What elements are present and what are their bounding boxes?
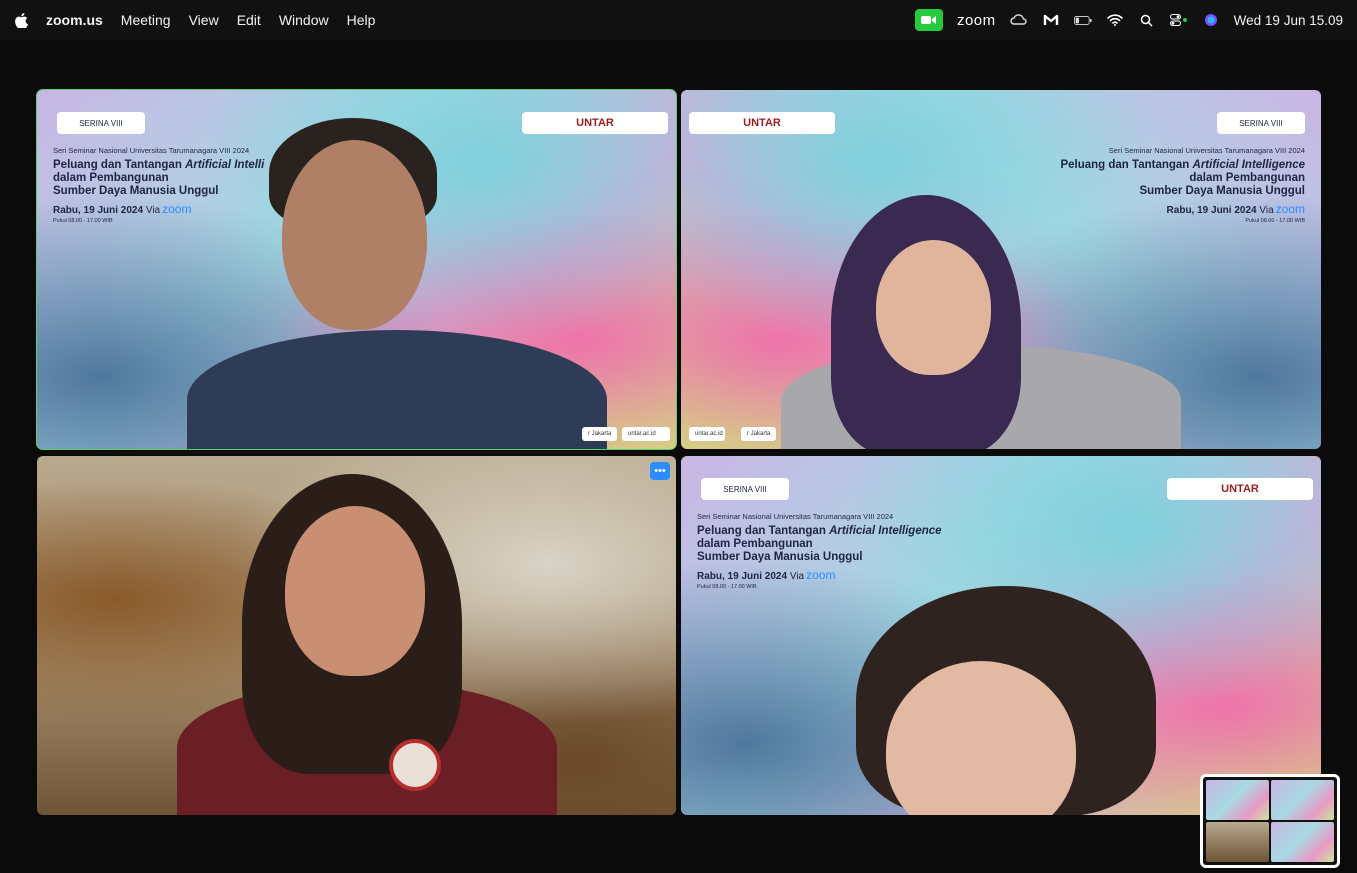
zoom-status-label[interactable]: zoom xyxy=(957,12,996,29)
untar-logo-badge: UNTAR xyxy=(689,112,835,134)
seminar-banner: Seri Seminar Nasional Universitas Taruma… xyxy=(53,146,264,224)
malwarebytes-icon[interactable] xyxy=(1042,12,1060,28)
banner-time: Pukul 08.00 - 17.00 WIB xyxy=(53,218,113,224)
banner-title-line3: Sumber Daya Manusia Unggul xyxy=(53,185,219,197)
untar-logo-badge: UNTAR xyxy=(1167,478,1313,500)
banner-title-line2: dalam Pembangunan xyxy=(697,538,813,550)
pip-tile xyxy=(1206,822,1269,862)
serina-logo: SERINA VIII xyxy=(701,478,789,500)
video-tile-participant-4[interactable]: SERINA VIII UNTAR Seri Seminar Nasional … xyxy=(681,456,1321,815)
banner-date: Rabu, 19 Juni 2024 Via zoom xyxy=(1166,202,1305,216)
location-chip: r Jakarta xyxy=(582,427,618,441)
banner-time: Pukul 08.00 - 17.00 WIB xyxy=(1245,218,1305,224)
serina-logo: SERINA VIII xyxy=(1217,112,1305,134)
banner-title-line3: Sumber Daya Manusia Unggul xyxy=(1139,185,1305,197)
banner-subtitle: Seri Seminar Nasional Universitas Taruma… xyxy=(697,512,894,521)
pip-tile xyxy=(1271,822,1334,862)
siri-icon[interactable] xyxy=(1202,12,1220,28)
app-menu-zoom[interactable]: zoom.us xyxy=(46,12,103,28)
video-tile-participant-3[interactable]: ••• xyxy=(37,456,676,815)
banner-title: Peluang dan Tantangan Artificial Intelli… xyxy=(697,525,942,537)
menu-window[interactable]: Window xyxy=(279,12,329,28)
seminar-banner: Seri Seminar Nasional Universitas Taruma… xyxy=(697,512,942,590)
video-tile-speaker-2[interactable]: UNTAR SERINA VIII Seri Seminar Nasional … xyxy=(681,90,1321,449)
banner-title: Peluang dan Tantangan Artificial Intelli… xyxy=(1060,159,1305,171)
participant-face xyxy=(285,506,425,676)
banner-subtitle: Seri Seminar Nasional Universitas Taruma… xyxy=(1108,146,1305,155)
self-view-thumbnail[interactable] xyxy=(1200,774,1340,868)
search-icon[interactable] xyxy=(1138,12,1156,28)
untar-logo-badge: UNTAR xyxy=(522,112,668,134)
cloud-sync-icon[interactable] xyxy=(1010,12,1028,28)
banner-time: Pukul 08.00 - 17.00 WIB xyxy=(697,584,757,590)
banner-date: Rabu, 19 Juni 2024 Via zoom xyxy=(53,202,192,216)
banner-title: Peluang dan Tantangan Artificial Intelli xyxy=(53,159,265,171)
banner-date: Rabu, 19 Juni 2024 Via zoom xyxy=(697,568,836,582)
participant-face xyxy=(876,240,991,375)
seminar-banner: Seri Seminar Nasional Universitas Taruma… xyxy=(1060,146,1305,224)
menu-bar-clock[interactable]: Wed 19 Jun 15.09 xyxy=(1234,13,1343,28)
website-chip: untar.ac.id xyxy=(689,427,725,441)
banner-subtitle: Seri Seminar Nasional Universitas Taruma… xyxy=(53,146,250,155)
control-center-icon[interactable] xyxy=(1169,12,1188,28)
pip-tile xyxy=(1271,780,1334,820)
status-tray: zoom Wed 19 Jun 15.09 xyxy=(914,9,1343,31)
participant-face xyxy=(282,140,427,330)
menu-help[interactable]: Help xyxy=(347,12,376,28)
macos-menu-bar: zoom.us Meeting View Edit Window Help zo… xyxy=(0,0,1357,40)
menu-meeting[interactable]: Meeting xyxy=(121,12,171,28)
video-tile-speaker-1[interactable]: SERINA VIII UNTAR Seri Seminar Nasional … xyxy=(36,89,677,450)
pip-tile xyxy=(1206,780,1269,820)
serina-logo: SERINA VIII xyxy=(57,112,145,134)
banner-title-line3: Sumber Daya Manusia Unggul xyxy=(697,551,863,563)
banner-title-line2: dalam Pembangunan xyxy=(1189,172,1305,184)
menu-edit[interactable]: Edit xyxy=(237,12,261,28)
zoom-camera-icon[interactable] xyxy=(914,9,943,31)
apple-icon[interactable] xyxy=(14,12,28,28)
untar-pin-badge xyxy=(389,739,441,791)
wifi-icon[interactable] xyxy=(1106,12,1124,28)
banner-title-line2: dalam Pembangunan xyxy=(53,172,169,184)
website-chip: untar.ac.id xyxy=(622,427,670,441)
menu-view[interactable]: View xyxy=(189,12,219,28)
battery-icon[interactable] xyxy=(1073,12,1092,28)
location-chip: r Jakarta xyxy=(741,427,777,441)
more-options-button[interactable]: ••• xyxy=(650,462,670,480)
